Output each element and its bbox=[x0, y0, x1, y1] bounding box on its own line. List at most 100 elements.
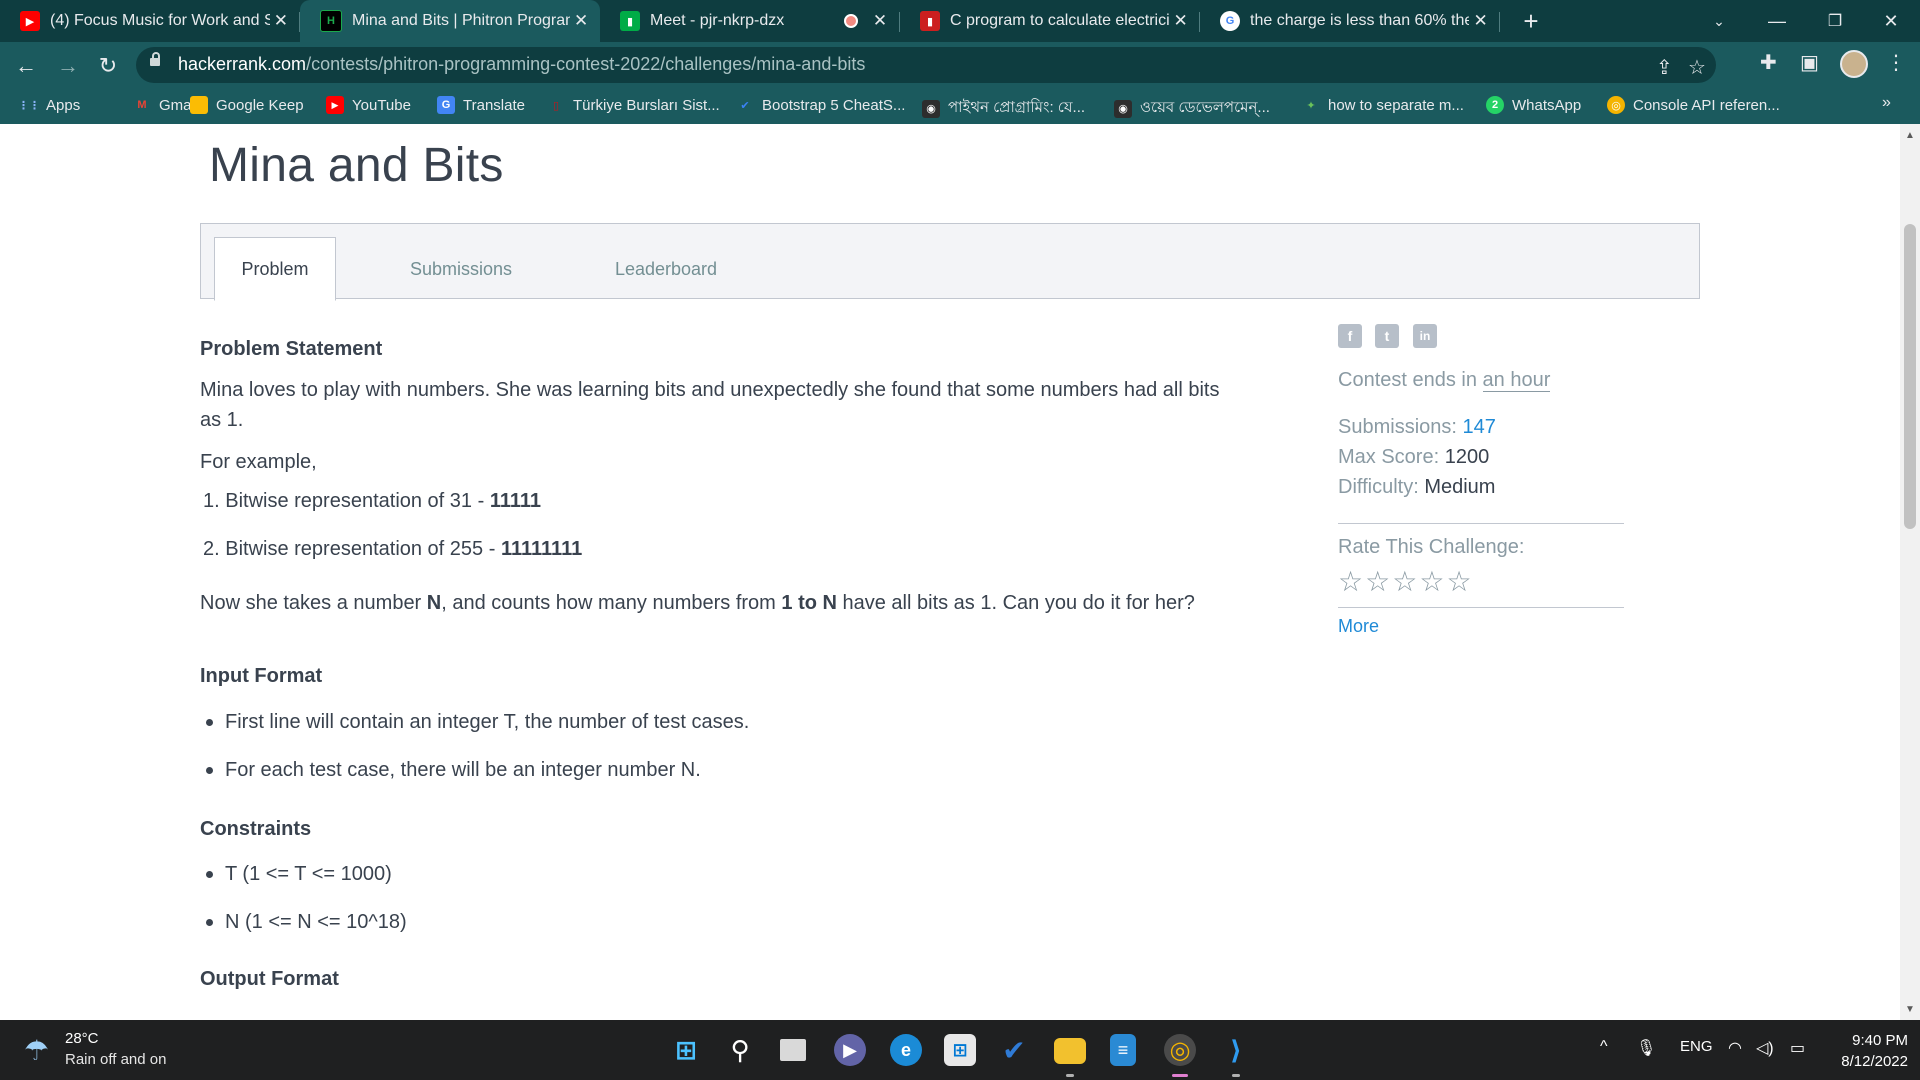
bookmarks-overflow-icon[interactable]: » bbox=[1882, 94, 1891, 112]
bookmark-translate[interactable]: G Translate bbox=[437, 96, 525, 114]
language-indicator[interactable]: ENG bbox=[1680, 1038, 1713, 1055]
weather-temperature[interactable]: 28°C bbox=[65, 1030, 99, 1047]
tab-leaderboard[interactable]: Leaderboard bbox=[591, 237, 741, 301]
bookmark-label: পাইথন প্রোগ্রামিং: যে... bbox=[948, 99, 1086, 116]
restore-button[interactable]: ❐ bbox=[1806, 0, 1864, 42]
new-tab-button[interactable]: + bbox=[1516, 6, 1546, 36]
browser-tab[interactable]: G the charge is less than 60% then ✕ bbox=[1200, 0, 1500, 42]
rating-stars[interactable]: ☆ ☆ ☆ ☆ ☆ bbox=[1338, 568, 1474, 596]
example-intro: For example, bbox=[200, 451, 317, 473]
system-clock[interactable]: 9:40 PM 8/12/2022 bbox=[1836, 1030, 1908, 1072]
scroll-up-icon[interactable]: ▲ bbox=[1905, 130, 1915, 141]
search-icon[interactable]: ⚲ bbox=[724, 1034, 756, 1066]
bookmark-bootstrap[interactable]: ✔ Bootstrap 5 CheatS... bbox=[736, 96, 905, 114]
reload-button[interactable]: ↻ bbox=[92, 50, 124, 82]
bookmark-whatsapp[interactable]: 2 WhatsApp bbox=[1486, 96, 1581, 114]
star-icon[interactable]: ☆ bbox=[1338, 568, 1363, 596]
speaker-icon[interactable]: ◁) bbox=[1756, 1038, 1774, 1058]
contest-ends-label: Contest ends in bbox=[1338, 369, 1483, 391]
tab-search-chevron-icon[interactable]: ⌄ bbox=[1690, 0, 1748, 42]
umbrella-rain-icon[interactable]: ☂ bbox=[24, 1034, 49, 1067]
page-content: Mina and Bits Problem Submissions Leader… bbox=[0, 124, 1900, 1020]
star-icon[interactable]: ☆ bbox=[1365, 568, 1390, 596]
difficulty-label: Difficulty: bbox=[1338, 476, 1425, 498]
close-window-button[interactable]: ✕ bbox=[1862, 0, 1920, 42]
google-icon: G bbox=[1220, 11, 1240, 31]
bookmark-console-api[interactable]: ◎ Console API referen... bbox=[1607, 96, 1780, 114]
facebook-icon[interactable]: f bbox=[1338, 324, 1362, 348]
address-bar[interactable]: hackerrank.com/contests/phitron-programm… bbox=[136, 47, 1716, 83]
bookmarks-bar: ⋮⋮ Apps M Gmail Google Keep ▶ YouTube G Tran… bbox=[0, 88, 1920, 124]
star-icon[interactable]: ☆ bbox=[1446, 568, 1471, 596]
close-icon[interactable]: ✕ bbox=[570, 11, 592, 31]
example-value: 11111 bbox=[489, 490, 542, 512]
wifi-icon[interactable]: ◠ bbox=[1728, 1038, 1742, 1058]
chrome-icon: ◎ bbox=[1607, 96, 1625, 114]
close-icon[interactable]: ✕ bbox=[1169, 11, 1192, 31]
submissions-count-link[interactable]: 147 bbox=[1463, 416, 1496, 438]
active-indicator bbox=[1172, 1074, 1188, 1077]
browser-tab[interactable]: ▮ Meet - pjr-nkrp-dzx ✕ bbox=[600, 0, 900, 42]
extensions-icon[interactable]: ✚ bbox=[1760, 50, 1777, 75]
vscode-icon[interactable]: ⟩ bbox=[1220, 1034, 1252, 1066]
question-bold: N bbox=[426, 592, 442, 614]
running-indicator bbox=[1232, 1074, 1240, 1077]
youtube-icon: ▶ bbox=[20, 11, 40, 31]
owl-icon: ◉ bbox=[1114, 99, 1132, 118]
bookmark-python-bn[interactable]: ◉ পাইথন প্রোগ্রামিং: যে... bbox=[922, 96, 1085, 121]
weather-condition[interactable]: Rain off and on bbox=[65, 1051, 166, 1068]
browser-tab-active[interactable]: H Mina and Bits | Phitron Programm ✕ bbox=[300, 0, 600, 42]
menu-icon[interactable]: ⋮ bbox=[1886, 50, 1906, 75]
bookmark-star-icon[interactable]: ☆ bbox=[1688, 55, 1706, 80]
edge-icon[interactable]: e bbox=[890, 1034, 922, 1066]
url-text[interactable]: hackerrank.com/contests/phitron-programm… bbox=[178, 54, 865, 75]
chrome-icon[interactable]: ◎ bbox=[1164, 1034, 1196, 1066]
more-link[interactable]: More bbox=[1338, 616, 1379, 637]
bookmark-google-keep[interactable]: Google Keep bbox=[190, 96, 304, 114]
side-panel-icon[interactable]: ▣ bbox=[1800, 50, 1819, 75]
bookmark-youtube[interactable]: ▶ YouTube bbox=[326, 96, 411, 114]
browser-tab[interactable]: ▶ (4) Focus Music for Work and Stu ✕ bbox=[0, 0, 300, 42]
tab-submissions[interactable]: Submissions bbox=[386, 237, 536, 301]
battery-icon[interactable]: ▭ bbox=[1790, 1038, 1805, 1058]
close-icon[interactable]: ✕ bbox=[868, 11, 892, 31]
bookmark-how-to-separate[interactable]: ✦ how to separate m... bbox=[1302, 96, 1464, 114]
contest-ends: Contest ends in an hour bbox=[1338, 369, 1551, 392]
list-item: First line will contain an integer T, th… bbox=[206, 707, 749, 737]
bookmark-turkiye-burslari[interactable]: ▯ Türkiye Bursları Sist... bbox=[547, 96, 720, 114]
contest-ends-value[interactable]: an hour bbox=[1482, 369, 1551, 392]
microphone-icon[interactable]: 🎙 bbox=[1636, 1038, 1656, 1058]
bookmark-label: Apps bbox=[46, 96, 81, 114]
twitter-icon[interactable]: t bbox=[1375, 324, 1399, 348]
close-icon[interactable]: ✕ bbox=[270, 11, 292, 31]
avatar[interactable] bbox=[1840, 50, 1868, 78]
bookmark-apps[interactable]: ⋮⋮ Apps bbox=[18, 96, 81, 114]
star-icon[interactable]: ☆ bbox=[1392, 568, 1417, 596]
share-icon[interactable]: ⇪ bbox=[1656, 55, 1673, 80]
notepad-icon[interactable]: ≡ bbox=[1110, 1034, 1136, 1066]
tab-title: (4) Focus Music for Work and Stu bbox=[50, 12, 270, 29]
windows-start-icon[interactable]: ⊞ bbox=[670, 1034, 702, 1066]
todo-check-icon[interactable]: ✔ bbox=[998, 1034, 1030, 1066]
task-view-icon[interactable] bbox=[780, 1039, 806, 1061]
file-explorer-icon[interactable] bbox=[1054, 1038, 1086, 1064]
star-icon[interactable]: ☆ bbox=[1419, 568, 1444, 596]
output-format-heading: Output Format bbox=[200, 968, 339, 990]
linkedin-icon[interactable]: in bbox=[1413, 324, 1437, 348]
max-score-stat: Max Score: 1200 bbox=[1338, 446, 1489, 469]
minimize-button[interactable]: — bbox=[1748, 0, 1806, 42]
bookmark-gmail[interactable]: M Gmail bbox=[133, 96, 198, 114]
chevron-up-icon[interactable]: ^ bbox=[1600, 1038, 1608, 1056]
scroll-down-icon[interactable]: ▼ bbox=[1905, 1004, 1915, 1015]
back-button[interactable]: ← bbox=[10, 50, 42, 82]
bookmark-label: WhatsApp bbox=[1512, 96, 1582, 114]
bookmark-web-dev-bn[interactable]: ◉ ওয়েব ডেভেলপমেন্... bbox=[1114, 96, 1270, 121]
teams-chat-icon[interactable]: ▶ bbox=[834, 1034, 866, 1066]
scroll-thumb[interactable] bbox=[1904, 224, 1916, 529]
browser-tab[interactable]: ▮ C program to calculate electricity ✕ bbox=[900, 0, 1200, 42]
forward-button[interactable]: → bbox=[52, 50, 84, 82]
page-scrollbar[interactable]: ▲ ▼ bbox=[1900, 124, 1920, 1020]
microsoft-store-icon[interactable]: ⊞ bbox=[944, 1034, 976, 1066]
close-icon[interactable]: ✕ bbox=[1469, 11, 1492, 31]
tab-problem[interactable]: Problem bbox=[214, 237, 336, 301]
